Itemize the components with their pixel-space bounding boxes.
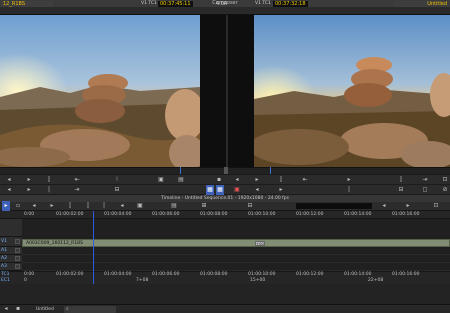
timeline-trim-icon[interactable]: ▣ bbox=[136, 201, 144, 211]
track-header-a3[interactable]: A3 bbox=[0, 263, 22, 271]
record-clear-out-icon[interactable]: ⊟ bbox=[396, 185, 406, 195]
record-sequence-name-field[interactable]: Untitled bbox=[394, 1, 449, 7]
ruler-tick: 01:00:12:00 bbox=[296, 212, 324, 217]
timeline-segment-icon[interactable]: | bbox=[100, 201, 108, 211]
ruler-tick: 01:00:06:00 bbox=[152, 212, 180, 217]
record-fast-forward-icon[interactable]: ▸ bbox=[276, 185, 286, 195]
search-icon: ⌕ bbox=[66, 306, 69, 312]
ruler-tick: 01:00:02:00 bbox=[56, 212, 84, 217]
source-tc-label[interactable]: V1 TC1 bbox=[141, 1, 157, 7]
track-header-empty bbox=[0, 219, 22, 237]
ruler-tick: 01:00:14:00 bbox=[344, 212, 372, 217]
clear-marks-icon[interactable]: ⊟ bbox=[112, 185, 122, 195]
monitor-divider[interactable] bbox=[226, 15, 228, 167]
ruler-tick: 01:00:04:00 bbox=[104, 212, 132, 217]
timeline-scrub-field[interactable] bbox=[296, 203, 372, 209]
project-name[interactable]: Untitled bbox=[36, 306, 62, 313]
track-monitor-icon[interactable] bbox=[15, 248, 20, 253]
transport-row-1: ◂ ▸ ⟦ ⇤ ⦚ ▣ ▤ ▪ ◂ ▸ ⟦ ⇤ ▸ ⟧ ⇥ ⊡ bbox=[0, 174, 450, 184]
source-monitor[interactable] bbox=[0, 15, 200, 167]
timeline-overwrite-icon[interactable]: ▤ bbox=[170, 201, 178, 211]
timeline-empty-area[interactable] bbox=[0, 284, 450, 304]
timeline-arrow-left-icon[interactable]: ◂ bbox=[30, 201, 38, 211]
source-timecode: 00:37:45:11 bbox=[158, 1, 193, 7]
track-row-a2[interactable] bbox=[22, 255, 450, 263]
track-header-a2[interactable]: A2 bbox=[0, 255, 22, 263]
record-rewind-icon[interactable]: ◂ bbox=[252, 185, 262, 195]
timeline-menu-icon[interactable]: ▸ bbox=[2, 201, 10, 211]
timeline-arrow-right-icon[interactable]: ▸ bbox=[48, 201, 56, 211]
toggle-source-icon[interactable]: ▦ bbox=[216, 185, 224, 195]
ruler-tick: 01:00:16:00 bbox=[392, 212, 420, 217]
ruler-tick: 0:00 bbox=[24, 212, 35, 217]
track-monitor-icon[interactable] bbox=[15, 264, 20, 269]
timeline-mark-out-icon[interactable]: ⟧ bbox=[84, 201, 92, 211]
search-field[interactable]: ⌕ bbox=[64, 306, 116, 313]
timeline-options-icon[interactable]: ◂ bbox=[2, 304, 10, 313]
track-header-v1[interactable]: V1 bbox=[0, 237, 22, 247]
track-header-a1[interactable]: A1 bbox=[0, 247, 22, 255]
timeline-zoom-icon[interactable]: ▫ bbox=[14, 201, 22, 211]
source-position-bar[interactable] bbox=[0, 167, 226, 174]
record-position-bar[interactable] bbox=[228, 167, 450, 174]
track-row-a3[interactable] bbox=[22, 263, 450, 271]
record-tc-label[interactable]: V1 TC1 bbox=[255, 1, 271, 7]
fast-forward-icon[interactable]: ▸ bbox=[24, 185, 34, 195]
rewind-icon[interactable]: ◂ bbox=[4, 185, 14, 195]
timeline-mark-in-icon[interactable]: ⟦ bbox=[66, 201, 74, 211]
tc-tick: 01:00:04:00 bbox=[104, 272, 132, 277]
source-clip-name-field[interactable]: 12_R1BS bbox=[1, 1, 53, 7]
timeline-lift-icon[interactable]: ◂ bbox=[118, 201, 126, 211]
timeline-next-icon[interactable]: ▸ bbox=[404, 201, 412, 211]
timeline-prev-icon[interactable]: ◂ bbox=[380, 201, 388, 211]
source-record-toggle-icon[interactable]: ▦ bbox=[206, 185, 214, 195]
record-clear-in-icon[interactable]: | bbox=[344, 185, 354, 195]
timeline-split-icon[interactable]: ⊟ bbox=[246, 201, 254, 211]
transport-row-2: ◂ ▸ | ⇥ ⊟ ▦ ▦ ▣ ◂ ▸ | ⊟ ◻ ⊘ bbox=[0, 184, 450, 195]
record-frame-image bbox=[254, 15, 450, 167]
tc-tick: 01:00:06:00 bbox=[152, 272, 180, 277]
tc-tick: 01:00:08:00 bbox=[200, 272, 228, 277]
record-no-entry-icon[interactable]: ⊘ bbox=[440, 185, 450, 195]
record-timecode: 00:37:32:18 bbox=[273, 1, 308, 7]
monitor-info-bar bbox=[0, 7, 450, 15]
timeline-view-icon[interactable]: ▪ bbox=[14, 304, 22, 313]
status-bar: ◂ ▪ Untitled ⌕ bbox=[0, 304, 450, 313]
clip-name: A003C009_160112_R1BS bbox=[26, 241, 83, 246]
source-frame-image bbox=[0, 15, 200, 167]
track-monitor-icon[interactable] bbox=[15, 239, 20, 244]
record-stop-icon[interactable]: ◻ bbox=[420, 185, 430, 195]
tc-tick: 01:00:16:00 bbox=[392, 272, 420, 277]
timeline-extract-icon[interactable]: ⊞ bbox=[200, 201, 208, 211]
tc-tick: 01:00:12:00 bbox=[296, 272, 324, 277]
timeline-ruler-top[interactable]: 0:00 01:00:02:00 01:00:04:00 01:00:06:00… bbox=[0, 211, 450, 219]
duration-display: 4:04 bbox=[216, 1, 228, 7]
timeline-playhead[interactable] bbox=[93, 211, 94, 284]
ruler-tick: 01:00:10:00 bbox=[248, 212, 276, 217]
track-label: A1 bbox=[1, 248, 7, 253]
timeline-settings-icon[interactable]: ⊡ bbox=[432, 201, 440, 211]
track-label: A3 bbox=[1, 264, 7, 269]
red-marker-icon[interactable]: ▣ bbox=[232, 185, 242, 195]
track-label: A2 bbox=[1, 256, 7, 261]
center-slider[interactable] bbox=[224, 167, 228, 174]
go-to-out-icon[interactable]: ⇥ bbox=[72, 185, 82, 195]
record-position-indicator[interactable] bbox=[270, 167, 271, 174]
timeline-toolbar: ▸ ▫ ◂ ▸ ⟦ ⟧ | ◂ ▣ ▤ ⊞ ⊟ ◂ ▸ ⊡ bbox=[0, 201, 450, 211]
tc-tick: 01:00:02:00 bbox=[56, 272, 84, 277]
track-row-a1[interactable] bbox=[22, 247, 450, 255]
source-position-indicator[interactable] bbox=[180, 167, 181, 174]
timecode-tracks[interactable]: TC1 EC1 0:00 01:00:02:00 01:00:04:00 01:… bbox=[0, 271, 450, 284]
clip-badge[interactable]: +00 bbox=[255, 241, 265, 246]
v1-clip[interactable]: A003C009_160112_R1BS +00 bbox=[22, 239, 450, 247]
clear-in-icon[interactable]: | bbox=[44, 185, 54, 195]
track-monitor-icon[interactable] bbox=[15, 256, 20, 261]
track-label: V1 bbox=[1, 239, 7, 244]
record-monitor[interactable] bbox=[254, 15, 450, 167]
ruler-tick: 01:00:08:00 bbox=[200, 212, 228, 217]
